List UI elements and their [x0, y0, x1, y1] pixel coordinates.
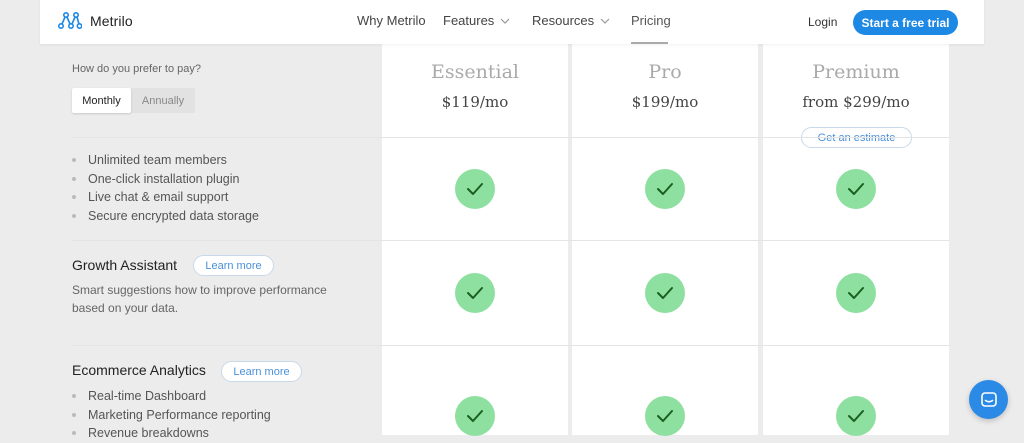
bullet-icon: [72, 412, 76, 417]
list-item: Secure encrypted data storage: [72, 207, 259, 226]
nav-item-label: Resources: [532, 13, 595, 28]
analytics-features-list: Real-time Dashboard Marketing Performanc…: [72, 387, 271, 443]
check-icon: [836, 169, 876, 209]
nav-item-pricing[interactable]: Pricing: [631, 13, 671, 28]
payment-prompt: How do you prefer to pay?: [72, 63, 202, 75]
chat-widget-button[interactable]: [969, 380, 1008, 419]
nav-item-why-metrilo[interactable]: Why Metrilo: [357, 13, 426, 28]
ecommerce-analytics-title: Ecommerce Analytics: [72, 362, 206, 378]
chat-icon: [980, 391, 997, 407]
plan-column-premium: Premium from $299/mo Get an estimate: [763, 0, 949, 435]
bullet-icon: [72, 176, 76, 181]
list-item: Marketing Performance reporting: [72, 406, 271, 425]
check-icon: [455, 273, 495, 313]
top-navigation-bar: Metrilo Why Metrilo Features Resources P…: [40, 0, 984, 44]
bullet-icon: [72, 394, 76, 399]
growth-assistant-title: Growth Assistant: [72, 257, 178, 273]
chevron-down-icon: [600, 18, 610, 24]
check-icon: [836, 273, 876, 313]
bullet-icon: [72, 158, 76, 163]
plan-column-pro: Pro $199/mo: [572, 0, 758, 435]
list-item: Unlimited team members: [72, 151, 259, 170]
row-divider: [72, 137, 949, 138]
nav-item-label: Why Metrilo: [357, 13, 426, 28]
row-divider: [72, 345, 949, 346]
plan-price: from $299/mo: [802, 93, 910, 111]
check-icon: [645, 273, 685, 313]
plan-name: Premium: [812, 61, 900, 83]
bullet-icon: [72, 213, 76, 218]
check-icon: [455, 396, 495, 436]
nav-item-features[interactable]: Features: [443, 13, 510, 28]
nav-item-resources[interactable]: Resources: [532, 13, 610, 28]
list-item: Revenue breakdowns: [72, 424, 271, 443]
plan-price: $119/mo: [441, 93, 509, 111]
check-icon: [455, 169, 495, 209]
bullet-icon: [72, 195, 76, 200]
growth-assistant-description: Smart suggestions how to improve perform…: [72, 283, 327, 315]
billing-option-monthly[interactable]: Monthly: [72, 88, 131, 113]
check-icon: [836, 396, 876, 436]
nav-item-label: Pricing: [631, 13, 671, 28]
plan-name: Essential: [431, 61, 519, 83]
start-free-trial-button[interactable]: Start a free trial: [853, 10, 958, 35]
row-divider: [72, 240, 949, 241]
list-item: One-click installation plugin: [72, 170, 259, 189]
nav-item-label: Features: [443, 13, 495, 28]
analytics-learn-more-button[interactable]: Learn more: [221, 361, 302, 382]
chevron-down-icon: [500, 18, 510, 24]
plan-price: $199/mo: [631, 93, 699, 111]
main-nav: Why Metrilo Features Resources Pricing: [40, 0, 984, 44]
check-icon: [645, 396, 685, 436]
growth-learn-more-button[interactable]: Learn more: [193, 255, 274, 276]
base-features-list: Unlimited team members One-click install…: [72, 151, 259, 225]
check-icon: [645, 169, 685, 209]
billing-toggle: Monthly Annually: [72, 88, 195, 113]
list-item: Live chat & email support: [72, 188, 259, 207]
billing-option-annually[interactable]: Annually: [131, 88, 195, 113]
active-nav-indicator: [631, 42, 668, 44]
plan-name: Pro: [648, 61, 682, 83]
list-item: Real-time Dashboard: [72, 387, 271, 406]
plan-column-essential: Essential $119/mo: [382, 0, 568, 435]
login-link[interactable]: Login: [808, 15, 837, 29]
